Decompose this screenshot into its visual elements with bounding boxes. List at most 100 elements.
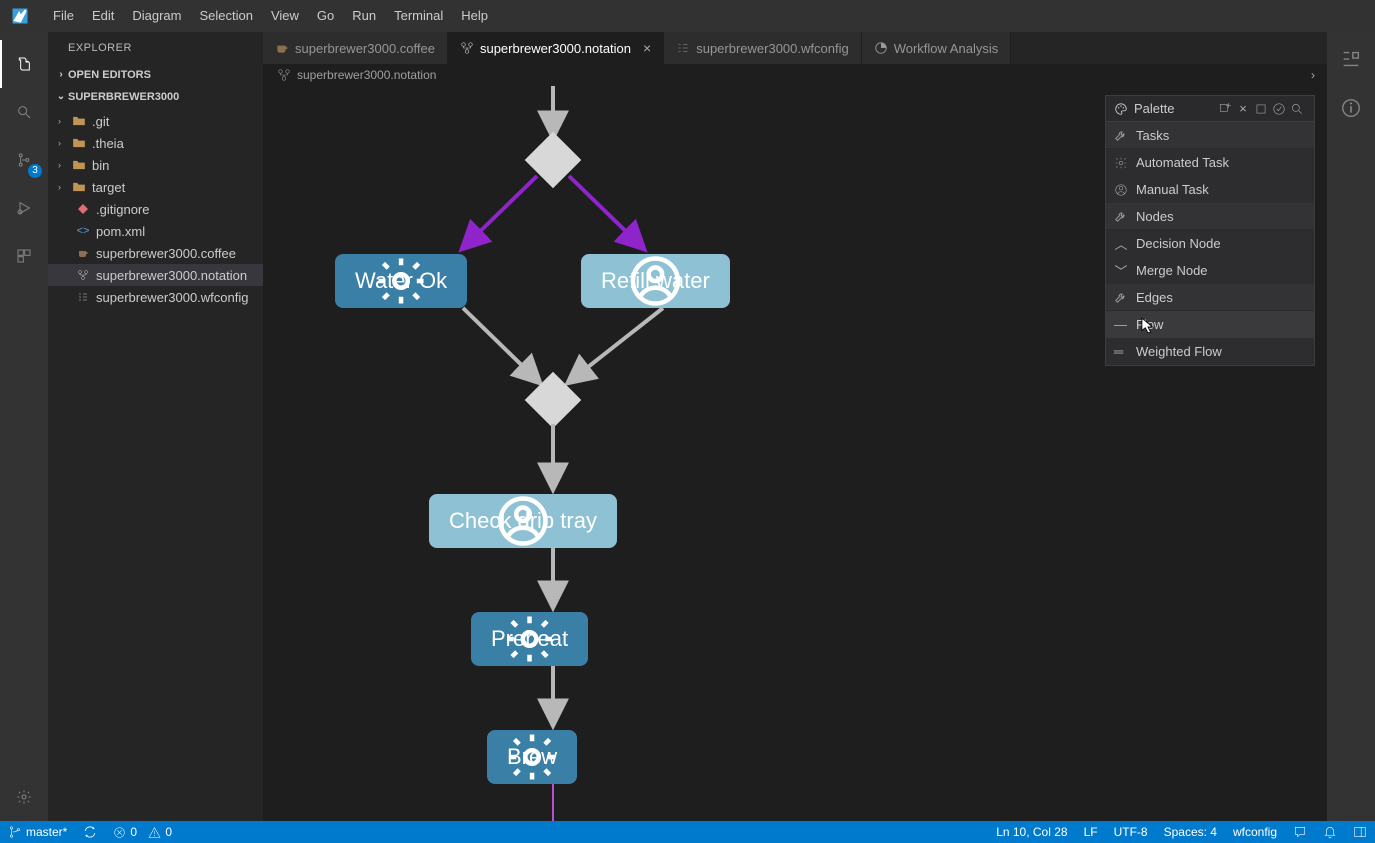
tree-file-wfconfig[interactable]: superbrewer3000.wfconfig — [48, 286, 263, 308]
tree-folder-target[interactable]: ›target — [48, 176, 263, 198]
task-preheat[interactable]: Preheat — [471, 612, 588, 666]
analysis-icon — [874, 41, 888, 55]
task-brew[interactable]: Brew — [487, 730, 577, 784]
status-lncol[interactable]: Ln 10, Col 28 — [988, 821, 1075, 843]
palette-group-nodes[interactable]: Nodes — [1106, 203, 1314, 230]
menu-edit[interactable]: Edit — [83, 0, 123, 32]
palette-validate-icon[interactable] — [1270, 100, 1288, 118]
tree-label: .theia — [92, 136, 124, 151]
status-language[interactable]: wfconfig — [1225, 821, 1285, 843]
status-bell-icon[interactable] — [1315, 821, 1345, 843]
status-bar: master* 0 0 Ln 10, Col 28 LF UTF-8 Space… — [0, 821, 1375, 843]
tree-file-coffee[interactable]: superbrewer3000.coffee — [48, 242, 263, 264]
menu-view[interactable]: View — [262, 0, 308, 32]
palette-group-label: Edges — [1136, 290, 1173, 305]
tab-coffee[interactable]: superbrewer3000.coffee — [263, 32, 448, 64]
palette-item-flow[interactable]: —Flow — [1106, 311, 1314, 338]
tree-label: .git — [92, 114, 109, 129]
tab-notation[interactable]: superbrewer3000.notation× — [448, 32, 664, 64]
palette-group-tasks[interactable]: Tasks — [1106, 122, 1314, 149]
menu-help[interactable]: Help — [452, 0, 497, 32]
notation-icon — [460, 41, 474, 55]
line-icon: — — [1114, 317, 1128, 332]
debug-icon[interactable] — [0, 184, 48, 232]
gear-icon — [1114, 156, 1128, 170]
palette-title: Palette — [1134, 101, 1174, 116]
status-encoding[interactable]: UTF-8 — [1106, 821, 1156, 843]
explorer-icon[interactable] — [0, 40, 48, 88]
sync-icon — [83, 825, 97, 839]
palette-search-icon[interactable] — [1288, 100, 1306, 118]
wfconfig-icon — [676, 41, 690, 55]
extensions-icon[interactable] — [0, 232, 48, 280]
tree-label: bin — [92, 158, 109, 173]
chevron-up-icon: ︿ — [1114, 234, 1128, 253]
status-feedback-icon[interactable] — [1285, 821, 1315, 843]
breadcrumb-more-icon[interactable]: › — [1311, 68, 1327, 82]
palette-item-decision-node[interactable]: ︿Decision Node — [1106, 230, 1314, 257]
info-icon[interactable] — [1340, 97, 1362, 122]
task-refill-water[interactable]: Refill water — [581, 254, 730, 308]
outline-icon[interactable] — [1340, 48, 1362, 73]
project-header[interactable]: ⌄SUPERBREWER3000 — [48, 86, 263, 108]
gear-icon — [471, 612, 588, 666]
task-check-drip-tray[interactable]: Check drip tray — [429, 494, 617, 548]
menu-selection[interactable]: Selection — [190, 0, 261, 32]
menu-diagram[interactable]: Diagram — [123, 0, 190, 32]
menu-file[interactable]: File — [44, 0, 83, 32]
palette-group-edges[interactable]: Edges — [1106, 284, 1314, 311]
tree-label: superbrewer3000.notation — [96, 268, 247, 283]
palette-item-label: Automated Task — [1136, 155, 1229, 170]
status-layout-icon[interactable] — [1345, 821, 1375, 843]
menu-go[interactable]: Go — [308, 0, 343, 32]
wfconfig-icon — [74, 291, 92, 303]
tab-wfconfig[interactable]: superbrewer3000.wfconfig — [664, 32, 861, 64]
tab-workflow-analysis[interactable]: Workflow Analysis — [862, 32, 1012, 64]
tree-file-gitignore[interactable]: .gitignore — [48, 198, 263, 220]
tree-folder-git[interactable]: ›.git — [48, 110, 263, 132]
status-indent[interactable]: Spaces: 4 — [1156, 821, 1225, 843]
open-editors-header[interactable]: ›OPEN EDITORS — [48, 64, 263, 86]
palette-item-merge-node[interactable]: ﹀Merge Node — [1106, 257, 1314, 284]
palette-item-manual-task[interactable]: Manual Task — [1106, 176, 1314, 203]
palette-close-icon[interactable]: × — [1234, 100, 1252, 118]
warning-icon — [148, 826, 161, 839]
close-icon[interactable]: × — [643, 40, 651, 56]
tree-folder-theia[interactable]: ›.theia — [48, 132, 263, 154]
breadcrumb-file[interactable]: superbrewer3000.notation — [297, 68, 436, 82]
double-line-icon: ═ — [1114, 344, 1128, 359]
right-activitybar — [1327, 32, 1375, 821]
git-icon — [74, 203, 92, 215]
palette-newnode-icon[interactable] — [1216, 100, 1234, 118]
source-control-icon[interactable]: 3 — [0, 136, 48, 184]
notation-icon — [74, 269, 92, 281]
palette-item-automated-task[interactable]: Automated Task — [1106, 149, 1314, 176]
tree-file-notation[interactable]: superbrewer3000.notation — [48, 264, 263, 286]
status-label: 0 — [130, 825, 137, 839]
tree-folder-bin[interactable]: ›bin — [48, 154, 263, 176]
chevron-down-icon: ﹀ — [1114, 261, 1128, 280]
palette-fit-icon[interactable] — [1252, 100, 1270, 118]
activity-bar: 3 — [0, 32, 48, 821]
folder-icon — [70, 158, 88, 172]
status-sync[interactable] — [75, 821, 105, 843]
palette-panel: Palette × Tasks Automated Task Manual Ta… — [1105, 95, 1315, 366]
gear-icon — [487, 730, 577, 784]
status-problems[interactable]: 0 0 — [105, 821, 180, 843]
palette-item-weighted-flow[interactable]: ═Weighted Flow — [1106, 338, 1314, 365]
tab-label: superbrewer3000.coffee — [295, 41, 435, 56]
palette-group-label: Tasks — [1136, 128, 1169, 143]
user-icon — [1114, 183, 1128, 197]
menu-terminal[interactable]: Terminal — [385, 0, 452, 32]
status-eol[interactable]: LF — [1076, 821, 1106, 843]
status-branch[interactable]: master* — [0, 821, 75, 843]
settings-gear-icon[interactable] — [0, 773, 48, 821]
tree-file-pom[interactable]: <>pom.xml — [48, 220, 263, 242]
folder-icon — [70, 136, 88, 150]
palette-group-label: Nodes — [1136, 209, 1174, 224]
search-icon[interactable] — [0, 88, 48, 136]
scm-badge: 3 — [28, 164, 42, 178]
breadcrumb: superbrewer3000.notation › — [263, 64, 1327, 86]
menu-run[interactable]: Run — [343, 0, 385, 32]
task-water-ok[interactable]: Water Ok — [335, 254, 467, 308]
